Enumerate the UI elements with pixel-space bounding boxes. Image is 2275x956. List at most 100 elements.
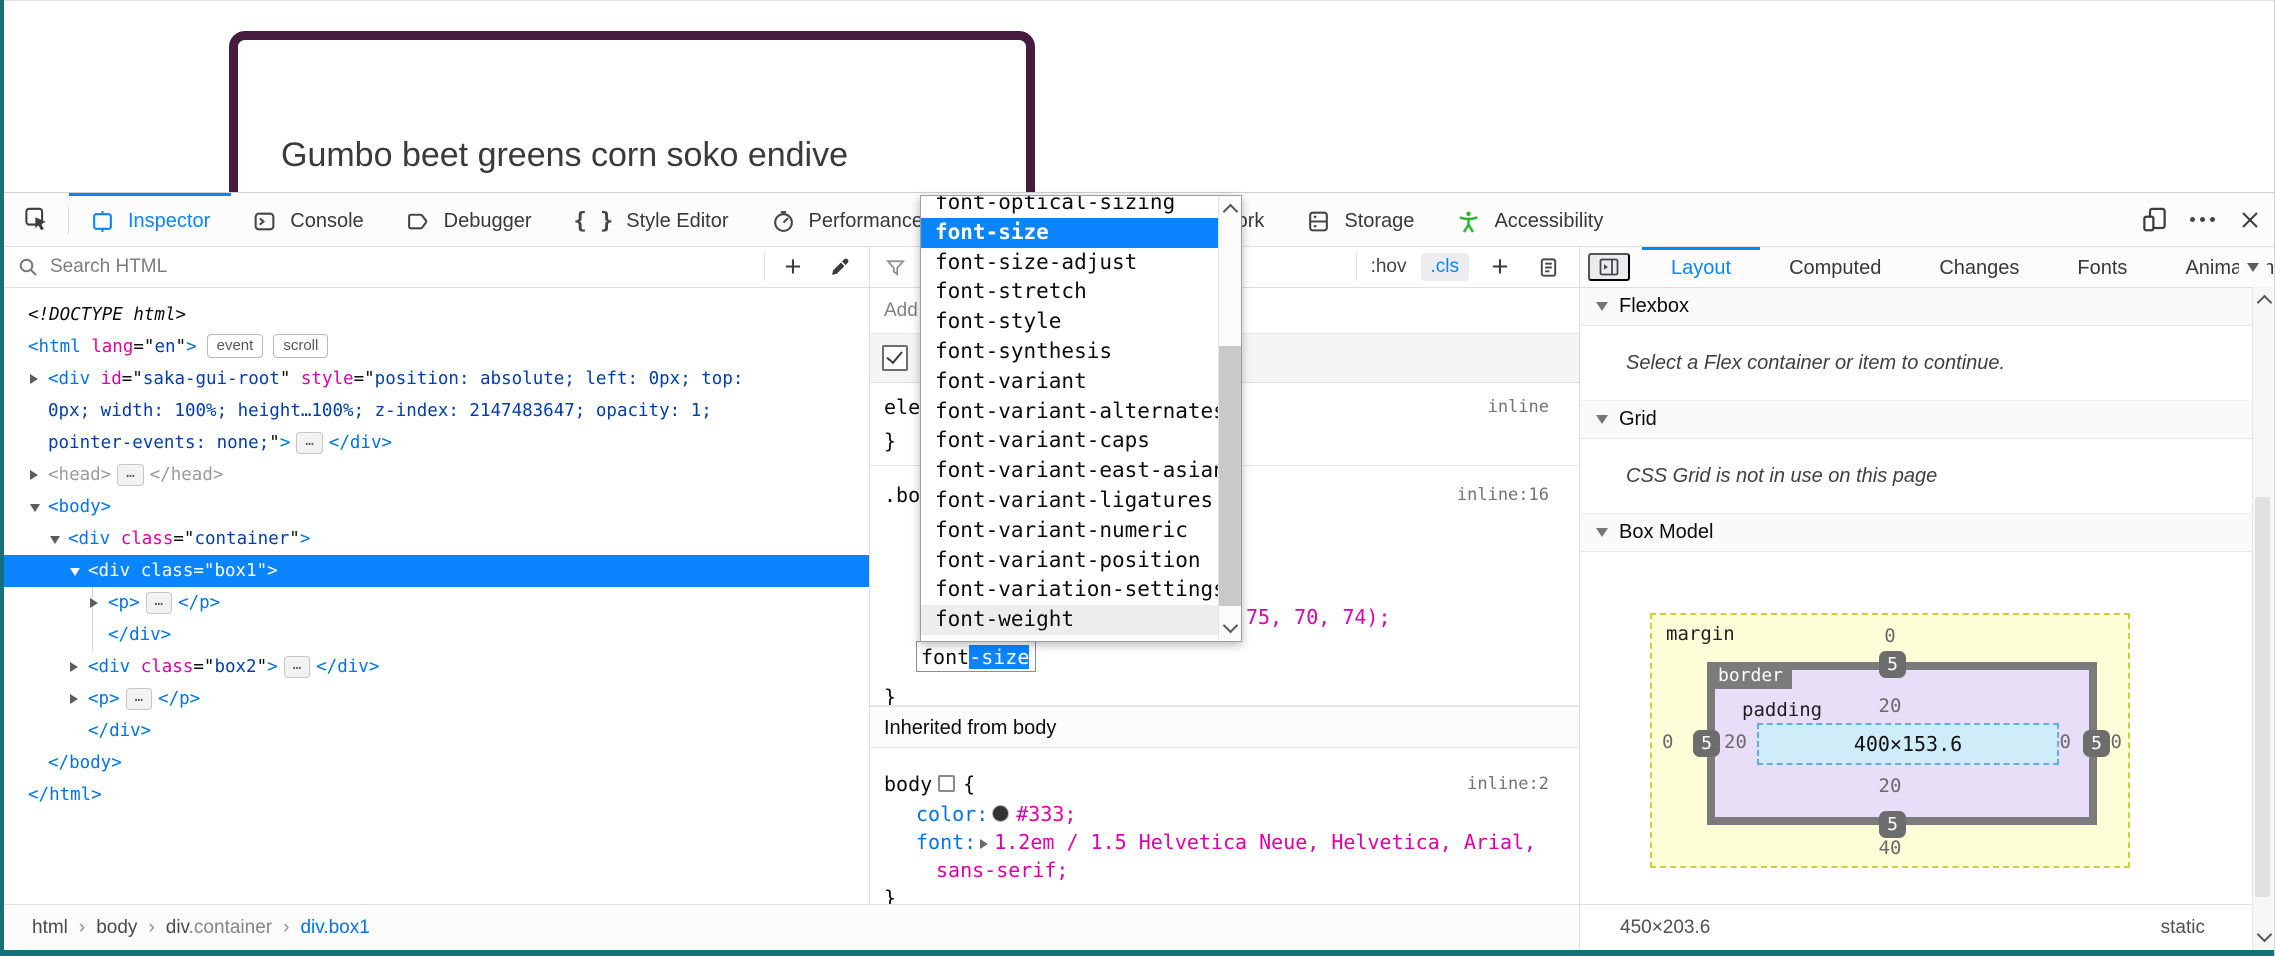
margin-right-value[interactable]: 0: [2111, 731, 2122, 753]
tab-changes[interactable]: Changes: [1910, 247, 2048, 287]
scroll-down-icon[interactable]: [1223, 618, 1239, 634]
collapsed-content-chip[interactable]: …: [284, 656, 310, 678]
scroll-down-icon[interactable]: [2257, 927, 2273, 943]
markup-node[interactable]: <head>…</head>: [4, 459, 869, 491]
pseudo-class-toggle[interactable]: :hov: [1371, 256, 1407, 278]
search-input[interactable]: Search HTML: [50, 256, 754, 278]
breadcrumb-item[interactable]: div.container: [166, 917, 272, 939]
autocomplete-item[interactable]: font-size: [921, 218, 1218, 248]
dropdown-scrollbar[interactable]: [1218, 196, 1241, 641]
tab-accessibility[interactable]: Accessibility: [1435, 193, 1624, 246]
tab-inspector[interactable]: Inspector: [69, 193, 231, 246]
breadcrumb-item[interactable]: body: [96, 917, 137, 939]
autocomplete-item[interactable]: font-variant-caps: [921, 426, 1218, 456]
collapsed-content-chip[interactable]: …: [126, 688, 152, 710]
rule-source-link[interactable]: inline:2: [1467, 770, 1549, 798]
markup-node[interactable]: <!DOCTYPE html>: [4, 299, 869, 331]
markup-node[interactable]: 0px; width: 100%; height…100%; z-index: …: [4, 395, 869, 427]
print-simulation-button[interactable]: [1531, 256, 1565, 279]
autocomplete-item[interactable]: font-stretch: [921, 277, 1218, 307]
autocomplete-item[interactable]: font-synthesis: [921, 337, 1218, 367]
markup-node[interactable]: </div>: [4, 619, 869, 651]
markup-node[interactable]: </html>: [4, 779, 869, 811]
autocomplete-item[interactable]: font-variant: [921, 367, 1218, 397]
padding-bottom-value[interactable]: 20: [1652, 775, 2128, 797]
highlight-target-icon[interactable]: [938, 775, 955, 792]
border-top-value[interactable]: 5: [1879, 651, 1906, 678]
scrollbar-thumb[interactable]: [1219, 346, 1241, 606]
autocomplete-item[interactable]: font-variant-numeric: [921, 516, 1218, 546]
tab-storage[interactable]: Storage: [1285, 193, 1435, 246]
markup-node[interactable]: <body>: [4, 491, 869, 523]
close-devtools-button[interactable]: [2226, 193, 2274, 246]
breadcrumb-item[interactable]: div.box1: [300, 917, 369, 939]
autocomplete-item[interactable]: font-variant-alternates: [921, 397, 1218, 427]
expand-sidebar-button[interactable]: [1588, 253, 1630, 281]
tab-debugger[interactable]: Debugger: [385, 193, 553, 246]
new-property-input[interactable]: font-size: [916, 641, 1036, 672]
scroll-up-icon[interactable]: [2257, 295, 2273, 311]
padding-top-value[interactable]: 20: [1652, 695, 2128, 717]
add-rule-button[interactable]: +: [1483, 257, 1517, 277]
scroll-badge[interactable]: scroll: [273, 334, 328, 358]
autocomplete-item[interactable]: font-optical-sizing: [921, 196, 1218, 218]
margin-top-value[interactable]: 0: [1652, 625, 2128, 647]
rule-source-link[interactable]: inline: [1488, 391, 1549, 423]
tab-computed[interactable]: Computed: [1760, 247, 1910, 287]
color-swatch[interactable]: [992, 805, 1009, 822]
border-bottom-value[interactable]: 5: [1879, 811, 1906, 838]
markup-node[interactable]: <div class="container">: [4, 523, 869, 555]
collapsed-content-chip[interactable]: …: [117, 464, 143, 486]
meatball-menu-button[interactable]: [2178, 193, 2226, 246]
breadcrumb-item[interactable]: html: [32, 917, 68, 939]
autocomplete-item[interactable]: font-weight: [921, 605, 1218, 635]
margin-bottom-value[interactable]: 40: [1652, 837, 2128, 859]
autocomplete-item[interactable]: font-variant-ligatures: [921, 486, 1218, 516]
markup-node[interactable]: <div id="saka-gui-root" style="position:…: [4, 363, 869, 395]
add-node-button[interactable]: +: [775, 257, 811, 277]
class-checkbox[interactable]: [882, 345, 908, 371]
box-model-content-box[interactable]: 400×153.6: [1757, 723, 2059, 765]
node-picker-button[interactable]: [4, 193, 68, 246]
section-header-flexbox[interactable]: Flexbox: [1580, 288, 2253, 326]
autocomplete-item[interactable]: font-variation-settings: [921, 575, 1218, 605]
expand-arrow-icon[interactable]: [90, 598, 98, 608]
markup-node[interactable]: <div class="box1">: [4, 555, 869, 587]
expand-arrow-icon[interactable]: [70, 694, 78, 704]
autocomplete-item[interactable]: font-style: [921, 307, 1218, 337]
collapse-arrow-icon[interactable]: [70, 568, 80, 576]
section-header-grid[interactable]: Grid: [1580, 401, 2253, 439]
autocomplete-item[interactable]: font-variant-east-asian: [921, 456, 1218, 486]
markup-node[interactable]: <div class="box2">…</div>: [4, 651, 869, 683]
responsive-design-mode-button[interactable]: [2130, 193, 2178, 246]
border-left-value[interactable]: 5: [1693, 730, 1720, 757]
expand-arrow-icon[interactable]: [30, 470, 38, 480]
eyedropper-button[interactable]: [821, 256, 857, 279]
rule-selector-body[interactable]: inline:2 body{: [884, 770, 1549, 798]
margin-left-value[interactable]: 0: [1662, 731, 1673, 753]
css-declaration-font[interactable]: font:1.2em / 1.5 Helvetica Neue, Helveti…: [916, 828, 1549, 856]
markup-node[interactable]: <p>…</p>: [4, 683, 869, 715]
markup-node[interactable]: </div>: [4, 715, 869, 747]
markup-node[interactable]: pointer-events: none;">…</div>: [4, 427, 869, 459]
scroll-up-icon[interactable]: [1223, 204, 1239, 220]
scrollbar-thumb[interactable]: [2255, 497, 2270, 897]
expand-arrow-icon[interactable]: [30, 374, 38, 384]
tab-layout[interactable]: Layout: [1642, 247, 1760, 287]
markup-node[interactable]: <p>…</p>: [4, 587, 869, 619]
collapsed-content-chip[interactable]: …: [146, 592, 172, 614]
autocomplete-item[interactable]: font-variant-position: [921, 546, 1218, 576]
section-header-box-model[interactable]: Box Model: [1580, 514, 2253, 552]
event-badge[interactable]: event: [207, 334, 264, 358]
sidebar-scrollbar[interactable]: [2252, 287, 2273, 950]
tab-performance[interactable]: Performance: [750, 193, 945, 246]
markup-node[interactable]: <html lang="en">eventscroll: [4, 331, 869, 363]
css-declaration-color[interactable]: color:#333;: [916, 800, 1549, 828]
tab-console[interactable]: Console: [231, 193, 384, 246]
class-panel-toggle[interactable]: .cls: [1421, 253, 1470, 281]
padding-left-value[interactable]: 20: [1724, 731, 1747, 753]
all-tabs-menu-button[interactable]: [2239, 247, 2267, 287]
tab-fonts[interactable]: Fonts: [2048, 247, 2156, 287]
collapsed-content-chip[interactable]: …: [296, 432, 322, 454]
collapse-arrow-icon[interactable]: [50, 536, 60, 544]
